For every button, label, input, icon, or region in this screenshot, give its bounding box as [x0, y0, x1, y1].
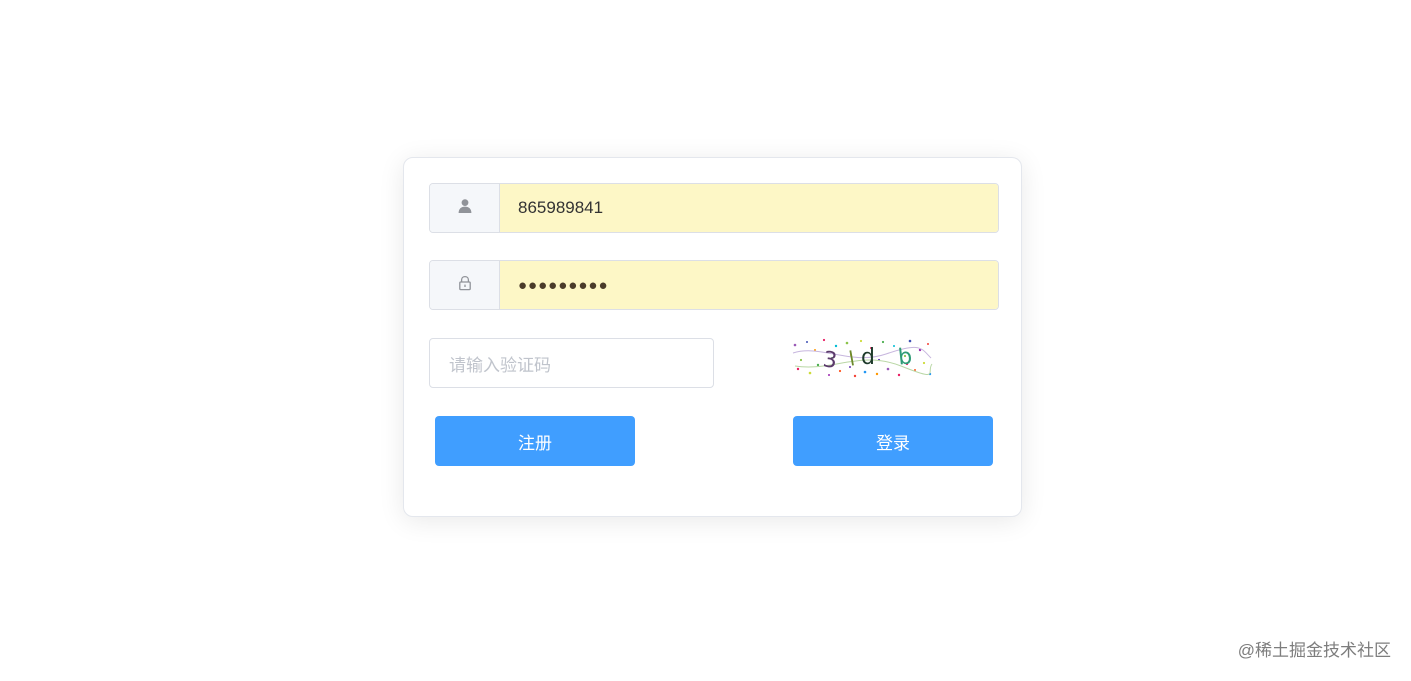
- captcha-char-4: b: [897, 344, 914, 370]
- username-field[interactable]: 865989841: [500, 184, 998, 232]
- watermark: @稀土掘金技术社区: [1237, 641, 1391, 660]
- password-field[interactable]: ●●●●●●●●●: [500, 261, 998, 309]
- captcha-char-3: d: [861, 345, 875, 370]
- user-icon: [457, 198, 473, 219]
- login-button[interactable]: 登录: [793, 416, 993, 466]
- captcha-char-1: 3: [821, 347, 838, 374]
- lock-icon: [457, 275, 473, 296]
- register-button[interactable]: 注册: [435, 416, 635, 466]
- password-prepend: [430, 261, 500, 309]
- username-prepend: [430, 184, 500, 232]
- captcha-image[interactable]: 3 l d b: [791, 336, 933, 380]
- password-input-group: ●●●●●●●●●: [429, 260, 999, 310]
- username-input-group: 865989841: [429, 183, 999, 233]
- login-card: 865989841 ●●●●●●●●● 请输入验证码 3 l d b 注册 登录: [403, 157, 1022, 517]
- captcha-char-2: l: [847, 346, 857, 371]
- captcha-input[interactable]: 请输入验证码: [429, 338, 714, 388]
